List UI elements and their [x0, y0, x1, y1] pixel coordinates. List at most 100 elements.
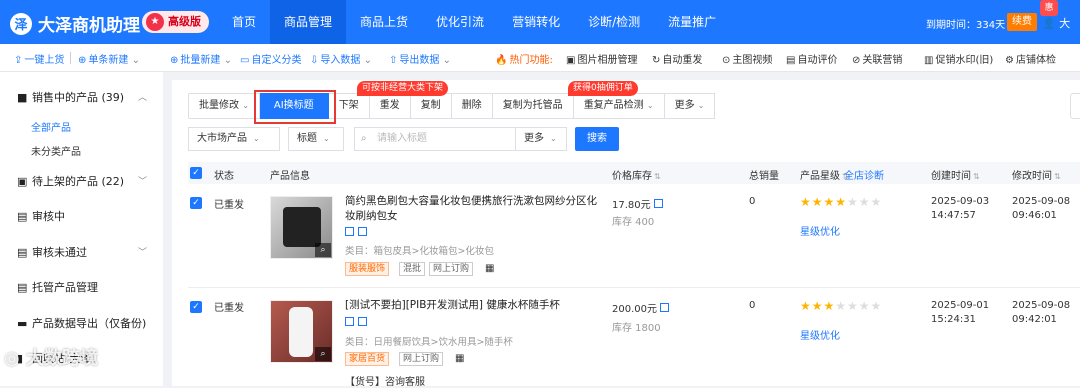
nav-optimize-traffic[interactable]: 优化引流 [422, 0, 498, 44]
bag-icon: ■ [17, 91, 28, 104]
market-select[interactable]: 大市场产品 ⌄ [188, 127, 280, 151]
search-button[interactable]: 搜索 [575, 127, 619, 151]
auto-relist-button[interactable]: ↻ 自动重发 [652, 51, 702, 66]
row-checkbox[interactable]: ✓ [190, 197, 202, 209]
qrcode-icon[interactable]: ▦ [485, 263, 494, 274]
header-created[interactable]: 创建时间 ⇅ [931, 167, 980, 182]
header-rating[interactable]: 产品星级 ⇅ [800, 167, 849, 182]
shop-diagnosis-link[interactable]: 全店诊断 [844, 167, 884, 182]
shop-icon: ▤ [17, 210, 28, 223]
zoom-icon[interactable]: ⌕ [315, 243, 331, 257]
edit-price-icon[interactable] [653, 199, 663, 208]
created-time: 14:47:57 [931, 210, 976, 221]
user-menu[interactable]: 👤 大 [1042, 15, 1070, 31]
edit-icon[interactable] [345, 317, 354, 326]
divider [70, 52, 71, 64]
chevron-down-icon[interactable]: ﹀ [138, 174, 147, 187]
import-data-button[interactable]: ⇩ 导入数据 ⌄ [310, 51, 372, 66]
watermark-logo-icon: ◎ [4, 348, 20, 369]
product-sales: 0 [749, 300, 756, 311]
relist-button[interactable]: 重发 [369, 93, 411, 119]
user-name: 大 [1059, 17, 1071, 30]
hosted-tip-badge: 获得0抽佣订单 [568, 81, 638, 96]
tool-bar: ⇪ 一键上货 ⊕ 单条新建 ⌄ ⊕ 批量新建 ⌄ ▭ 自定义分类 ⇩ 导入数据 ⌄ ⇧ 导出… [0, 44, 1080, 72]
bag-image [283, 207, 321, 247]
sidebar-item-export[interactable]: ▬ 产品数据导出（仅备份) [17, 315, 146, 331]
sort-icon: ⇅ [1054, 172, 1061, 181]
nav-promotion[interactable]: 流量推广 [654, 0, 730, 44]
image-icon[interactable] [358, 317, 367, 326]
sidebar-sub-all-products[interactable]: 全部产品 [31, 119, 71, 134]
sidebar-item-rejected[interactable]: ▤ 审核未通过 [17, 244, 87, 260]
album-manage-button[interactable]: ▣ 图片相册管理 [566, 51, 637, 66]
batch-new-button[interactable]: ⊕ 批量新建 ⌄ [170, 51, 232, 66]
star-optimize-link[interactable]: 星级优化 [800, 223, 840, 238]
product-title[interactable]: 简约黑色刷包大容量化妆包便携旅行洗漱包网纱分区化妆刷纳包女 [345, 194, 607, 224]
zoom-icon[interactable]: ⌕ [315, 347, 331, 361]
one-click-upload-button[interactable]: ⇪ 一键上货 [14, 51, 64, 66]
sidebar-item-on-sale[interactable]: ■ 销售中的产品 (39) [17, 89, 124, 105]
product-thumbnail[interactable]: ⌕ [270, 196, 333, 259]
sort-icon: ⇅ [973, 172, 980, 181]
duplicate-check-button[interactable]: 重复产品检测 ⌄ [573, 93, 665, 119]
promo-watermark-button[interactable]: ▥ 促销水印(旧) [924, 51, 993, 66]
row-checkbox[interactable]: ✓ [190, 301, 202, 313]
field-select[interactable]: 标题 ⌄ [288, 127, 344, 151]
add-icon: ⊕ [170, 55, 179, 66]
image-icon[interactable] [358, 227, 367, 236]
copy-as-hosted-button[interactable]: 复制为托管品 [492, 93, 574, 119]
top-navigation-bar: 泽 大泽商机助理 ★ 高级版 首页 商品管理 商品上货 优化引流 营销转化 诊断… [0, 0, 1080, 44]
qrcode-icon[interactable]: ▦ [455, 353, 464, 364]
search-input[interactable]: ⌕ 请输入标题 [354, 127, 516, 151]
auto-review-button[interactable]: ▤ 自动评价 [786, 51, 837, 66]
renew-button[interactable]: 续费 [1007, 13, 1037, 31]
table-header: ✓ 状态 产品信息 价格库存 ⇅ 总销量 产品星级 ⇅ 全店诊断 创建时间 ⇅ 修改时… [188, 162, 1080, 184]
more-actions-button[interactable]: 更多 ⌄ [664, 93, 716, 119]
row-divider [188, 287, 1080, 288]
sidebar-item-pending[interactable]: ▣ 待上架的产品 (22) [17, 173, 124, 189]
delete-button[interactable]: 删除 [451, 93, 493, 119]
batch-edit-button[interactable]: 批量修改 ⌄ [188, 93, 260, 119]
hot-features-label: 🔥 热门功能: [495, 55, 553, 66]
header-modified[interactable]: 修改时间 ⇅ [1012, 167, 1061, 182]
main-video-button[interactable]: ⊙ 主图视频 [722, 51, 772, 66]
logo-mark-icon: 泽 [10, 12, 32, 35]
cup-image [289, 307, 313, 357]
main-content: 批量修改 ⌄ AI换标题 下架 重发 复制 删除 复制为托管品 重复产品检测 ⌄… [172, 80, 1080, 388]
product-price[interactable]: 200.00元 [612, 300, 673, 315]
shop-checkup-button[interactable]: ⚙ 店铺体检 [1005, 51, 1056, 66]
nav-home[interactable]: 首页 [218, 0, 270, 44]
app-logo[interactable]: 泽 大泽商机助理 [10, 11, 140, 36]
nav-product-management[interactable]: 商品管理 [270, 0, 347, 44]
side-panel-toggle[interactable] [1070, 93, 1080, 119]
product-price[interactable]: 17.80元 [612, 196, 667, 211]
nav-product-upload[interactable]: 商品上货 [346, 0, 422, 44]
select-all-checkbox[interactable]: ✓ [190, 167, 202, 179]
category-tag: 家居百货 [345, 352, 390, 366]
header-price-stock[interactable]: 价格库存 ⇅ [612, 167, 661, 182]
copy-button[interactable]: 复制 [410, 93, 452, 119]
nav-diagnosis[interactable]: 诊断/检测 [574, 0, 654, 44]
modified-date: 2025-09-08 [1012, 300, 1071, 311]
star-optimize-link[interactable]: 星级优化 [800, 327, 840, 342]
related-marketing-button[interactable]: ⊘ 关联营销 [852, 51, 902, 66]
product-title[interactable]: [测试不要拍][PIB开发测试用] 健康水杯随手杯 [345, 298, 607, 313]
custom-category-button[interactable]: ▭ 自定义分类 [240, 51, 301, 66]
product-category: 类目：日用餐厨饮具>饮水用具>随手杯 [345, 337, 513, 348]
more-filter-button[interactable]: 更多 ⌄ [515, 127, 567, 151]
single-new-button[interactable]: ⊕ 单条新建 ⌄ [78, 51, 140, 66]
chevron-up-icon[interactable]: ︿ [138, 90, 147, 103]
edit-icon[interactable] [345, 227, 354, 236]
product-thumbnail[interactable]: ⌕ [270, 300, 333, 363]
chevron-down-icon: ⌄ [550, 134, 557, 143]
nav-marketing[interactable]: 营销转化 [498, 0, 574, 44]
search-icon: ⌕ [361, 133, 367, 144]
shop-icon: ▤ [17, 246, 28, 259]
export-data-button[interactable]: ⇧ 导出数据 ⌄ [389, 51, 451, 66]
wholesale-tag: 混批 [399, 262, 426, 276]
chevron-down-icon[interactable]: ﹀ [138, 245, 147, 258]
sidebar-sub-uncategorized[interactable]: 未分类产品 [31, 143, 81, 158]
sidebar-item-hosted[interactable]: ▤ 托管产品管理 [17, 279, 98, 295]
edit-price-icon[interactable] [660, 303, 670, 312]
sidebar-item-reviewing[interactable]: ▤ 审核中 [17, 208, 65, 224]
